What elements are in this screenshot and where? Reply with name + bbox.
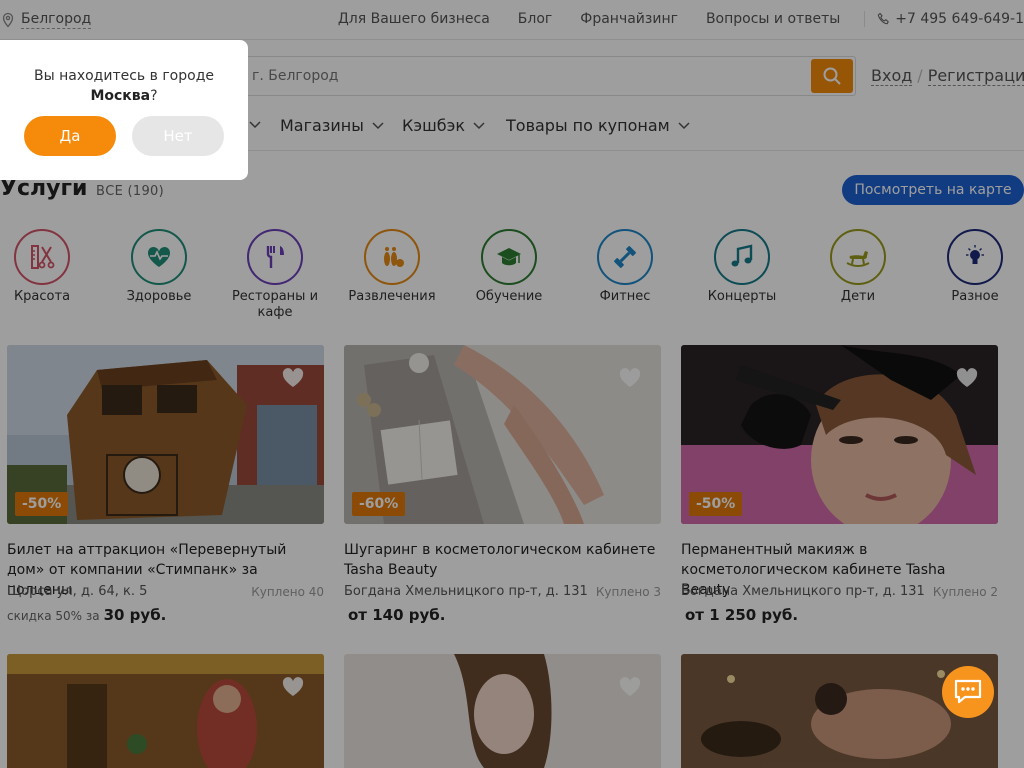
- question-text: Вы находитесь в городе: [33, 68, 214, 84]
- chat-bubble-icon: [954, 679, 982, 704]
- chat-button[interactable]: [942, 666, 994, 718]
- detected-city: Москва: [90, 88, 151, 104]
- confirm-yes-button[interactable]: Да: [24, 116, 116, 156]
- city-confirm-question: Вы находитесь в городе Москва?: [0, 66, 248, 106]
- confirm-no-button[interactable]: Нет: [132, 116, 224, 156]
- city-confirm-popup: Вы находитесь в городе Москва? Да Нет: [0, 40, 248, 180]
- question-mark: ?: [150, 88, 158, 104]
